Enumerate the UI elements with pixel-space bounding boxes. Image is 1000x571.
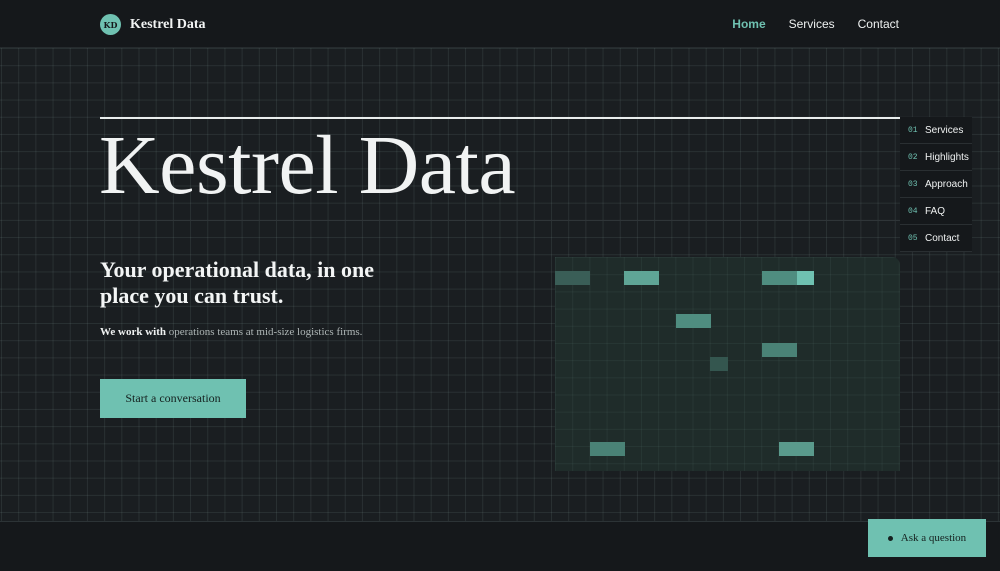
site-header: KD Kestrel Data Home Services Contact (0, 0, 1000, 48)
logo-badge-icon: KD (100, 14, 121, 35)
grid-cell (797, 271, 814, 285)
grid-cell (555, 271, 590, 285)
data-grid-graphic (555, 257, 900, 471)
hero-divider (100, 220, 900, 221)
start-conversation-button[interactable]: Start a conversation (100, 379, 246, 418)
grid-cell (676, 314, 711, 328)
section-number: 04 (908, 206, 918, 216)
intro-bold: We work with (100, 326, 166, 338)
top-navigation: Home Services Contact (732, 17, 899, 31)
grid-cell (710, 357, 728, 371)
nav-home-link[interactable]: Home (732, 17, 765, 31)
section-link-highlights[interactable]: 02 Highlights (900, 144, 972, 171)
section-label: Contact (925, 232, 960, 244)
footer-band (0, 522, 1000, 571)
ask-question-button[interactable]: Ask a question (868, 519, 986, 557)
grid-cell (779, 442, 814, 456)
brand-name: Kestrel Data (130, 16, 206, 32)
grid-cell (624, 271, 659, 285)
ask-question-label: Ask a question (900, 532, 967, 544)
section-number: 01 (908, 125, 918, 135)
section-navigation: 01 Services 02 Highlights 03 Approach 04… (900, 117, 972, 252)
section-link-services[interactable]: 01 Services (900, 117, 972, 144)
section-number: 05 (908, 233, 918, 243)
hero-title: Kestrel Data (99, 119, 516, 212)
hero-intro: We work with operations teams at mid-siz… (100, 324, 370, 340)
section-label: Approach (925, 178, 968, 190)
grid-cell (762, 271, 797, 285)
section-link-approach[interactable]: 03 Approach (900, 171, 972, 198)
grid-cell (762, 343, 797, 357)
section-label: Services (925, 124, 964, 136)
brand-link[interactable]: KD Kestrel Data (100, 14, 206, 35)
section-number: 03 (908, 179, 918, 189)
section-link-faq[interactable]: 04 FAQ (900, 198, 972, 225)
grid-cell (590, 442, 625, 456)
nav-services-link[interactable]: Services (789, 17, 835, 31)
section-link-contact[interactable]: 05 Contact (900, 225, 972, 252)
hero-tagline: Your operational data, in one place you … (100, 257, 375, 308)
dot-icon (887, 535, 893, 541)
section-number: 02 (908, 152, 918, 162)
intro-rest: operations teams at mid-size logistics f… (168, 326, 363, 338)
section-label: Highlights (925, 151, 969, 163)
section-label: FAQ (925, 205, 946, 217)
nav-contact-link[interactable]: Contact (858, 17, 899, 31)
